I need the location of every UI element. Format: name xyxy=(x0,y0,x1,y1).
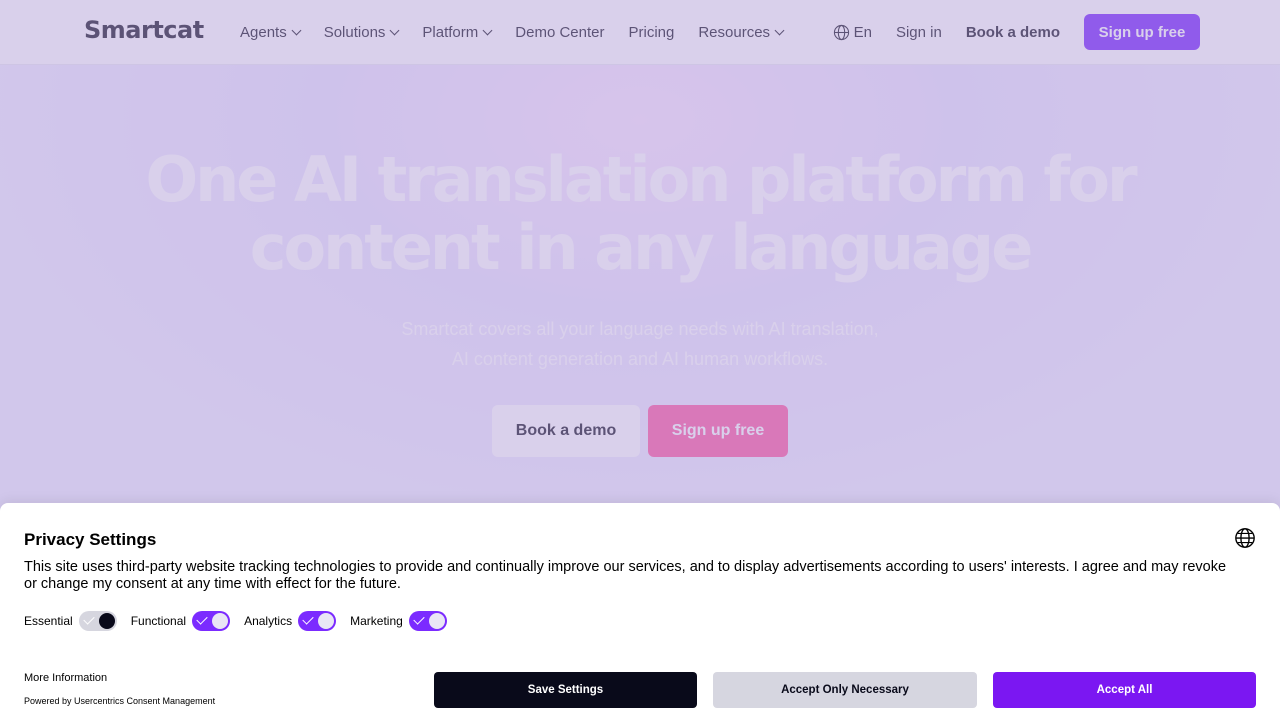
more-information-link[interactable]: More Information xyxy=(24,672,107,684)
toggle-label: Functional xyxy=(130,614,187,628)
accept-only-necessary-button[interactable]: Accept Only Necessary xyxy=(713,672,977,708)
toggle-essential: Essential xyxy=(24,611,117,631)
check-icon xyxy=(413,613,425,625)
switch-knob xyxy=(318,613,335,629)
switch-knob xyxy=(212,613,229,629)
banner-description: This site uses third-party website track… xyxy=(24,559,1227,592)
essential-switch xyxy=(78,611,117,631)
toggle-functional[interactable]: Functional xyxy=(130,611,231,631)
save-settings-button[interactable]: Save Settings xyxy=(434,672,697,708)
check-icon xyxy=(196,613,208,625)
language-globe-icon[interactable] xyxy=(1234,527,1256,549)
check-icon xyxy=(83,613,95,625)
switch-knob xyxy=(98,613,115,629)
toggle-label: Analytics xyxy=(244,614,293,628)
functional-switch[interactable] xyxy=(192,611,231,631)
toggle-label: Essential xyxy=(24,614,73,628)
analytics-switch[interactable] xyxy=(298,611,337,631)
banner-title: Privacy Settings xyxy=(24,530,157,549)
privacy-settings-banner: Privacy Settings This site uses third-pa… xyxy=(0,503,1280,720)
consent-toggles: Essential Functional Analytics Marketing xyxy=(24,611,447,631)
powered-by-text: Powered by Usercentrics Consent Manageme… xyxy=(24,696,216,706)
toggle-label: Marketing xyxy=(350,614,403,628)
switch-knob xyxy=(428,613,445,629)
accept-all-button[interactable]: Accept All xyxy=(993,672,1256,708)
toggle-marketing[interactable]: Marketing xyxy=(350,611,447,631)
toggle-analytics[interactable]: Analytics xyxy=(244,611,337,631)
check-icon xyxy=(302,613,314,625)
marketing-switch[interactable] xyxy=(408,611,447,631)
